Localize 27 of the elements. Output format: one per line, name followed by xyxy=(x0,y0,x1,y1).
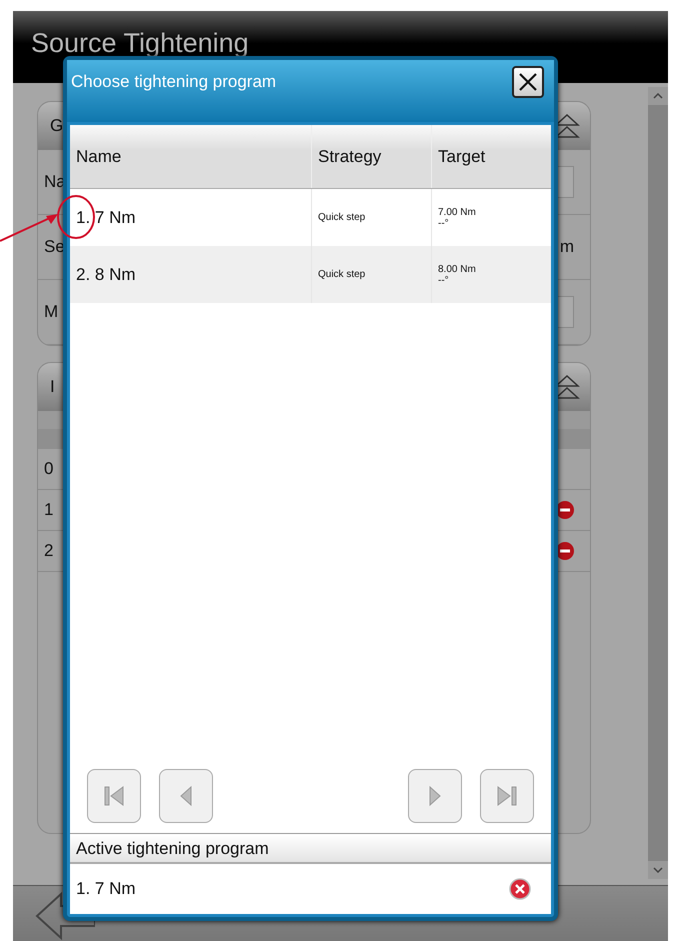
row-value: m xyxy=(560,237,574,257)
row-label: 2 xyxy=(44,541,54,561)
close-icon[interactable] xyxy=(518,72,538,92)
row-label: 0 xyxy=(44,459,54,479)
section-heading: Active tightening program xyxy=(70,833,551,864)
scrollbar[interactable] xyxy=(648,87,668,879)
clear-icon[interactable] xyxy=(509,878,531,900)
panel-title: G xyxy=(50,116,64,136)
close-button[interactable] xyxy=(512,66,544,98)
column-header[interactable]: Strategy xyxy=(312,125,432,188)
active-program: 1. 7 Nm xyxy=(76,879,136,899)
row-label: Se xyxy=(44,237,65,257)
row-label: 1 xyxy=(44,500,54,520)
target-torque: 8.00 Nm xyxy=(438,264,476,274)
target-torque: 7.00 Nm xyxy=(438,206,476,218)
column-header[interactable]: Name xyxy=(70,125,312,188)
target-angle: --° xyxy=(438,218,449,228)
dialog-title: Choose tightening program xyxy=(71,72,276,92)
target-angle: --° xyxy=(438,274,449,286)
program-name[interactable]: 2. 8 Nm xyxy=(70,246,312,303)
app-title: Source Tightening xyxy=(31,28,249,58)
chevron-up-icon[interactable] xyxy=(653,93,663,99)
strategy-cell: Quick step xyxy=(312,246,432,303)
panel-title: I xyxy=(50,377,55,397)
row-label: M xyxy=(44,302,58,322)
chevron-down-icon[interactable] xyxy=(653,867,663,873)
column-header[interactable]: Target xyxy=(432,125,551,188)
